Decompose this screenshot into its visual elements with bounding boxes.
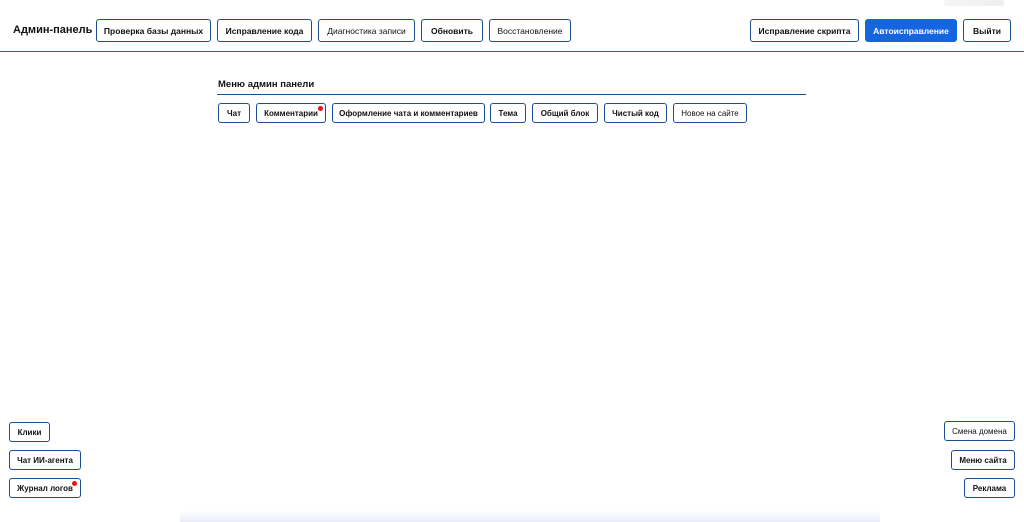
clicks-button[interactable]: Клики	[9, 422, 50, 442]
tab-chat-comments-design[interactable]: Оформление чата и комментариев	[332, 103, 485, 123]
browser-strip-right	[944, 0, 1004, 6]
logout-button[interactable]: Выйти	[963, 19, 1011, 42]
ai-agent-chat-button[interactable]: Чат ИИ-агента	[9, 450, 81, 470]
tab-common-block[interactable]: Общий блок	[532, 103, 598, 123]
restore-button[interactable]: Восстановление	[489, 19, 571, 42]
autofix-button[interactable]: Автоисправление	[865, 19, 957, 42]
tab-comments[interactable]: Комментарии	[256, 103, 326, 123]
logs-notification-dot	[72, 481, 77, 486]
tab-clean-code[interactable]: Чистый код	[604, 103, 667, 123]
tab-theme[interactable]: Тема	[490, 103, 526, 123]
ads-button[interactable]: Реклама	[964, 478, 1015, 498]
domain-change-button[interactable]: Смена домена	[944, 421, 1015, 441]
logs-journal-button[interactable]: Журнал логов	[9, 478, 81, 498]
code-fix-button[interactable]: Исправление кода	[217, 19, 312, 42]
menu-title: Меню админ панели	[218, 79, 315, 90]
browser-strip	[10, 0, 310, 6]
menu-divider	[217, 94, 806, 95]
script-fix-button[interactable]: Исправление скрипта	[750, 19, 859, 42]
record-diagnostics-button[interactable]: Диагностика записи	[318, 19, 415, 42]
tab-chat[interactable]: Чат	[218, 103, 250, 123]
app-title: Админ-панель	[13, 24, 93, 36]
tab-new-on-site[interactable]: Новое на сайте	[673, 103, 747, 123]
refresh-button[interactable]: Обновить	[421, 19, 483, 42]
site-menu-button[interactable]: Меню сайта	[951, 450, 1015, 470]
comments-notification-dot	[318, 106, 323, 111]
taskbar-shadow	[180, 510, 880, 522]
db-check-button[interactable]: Проверка базы данных	[96, 19, 211, 42]
top-toolbar: Админ-панель Проверка базы данных Исправ…	[0, 0, 1024, 52]
